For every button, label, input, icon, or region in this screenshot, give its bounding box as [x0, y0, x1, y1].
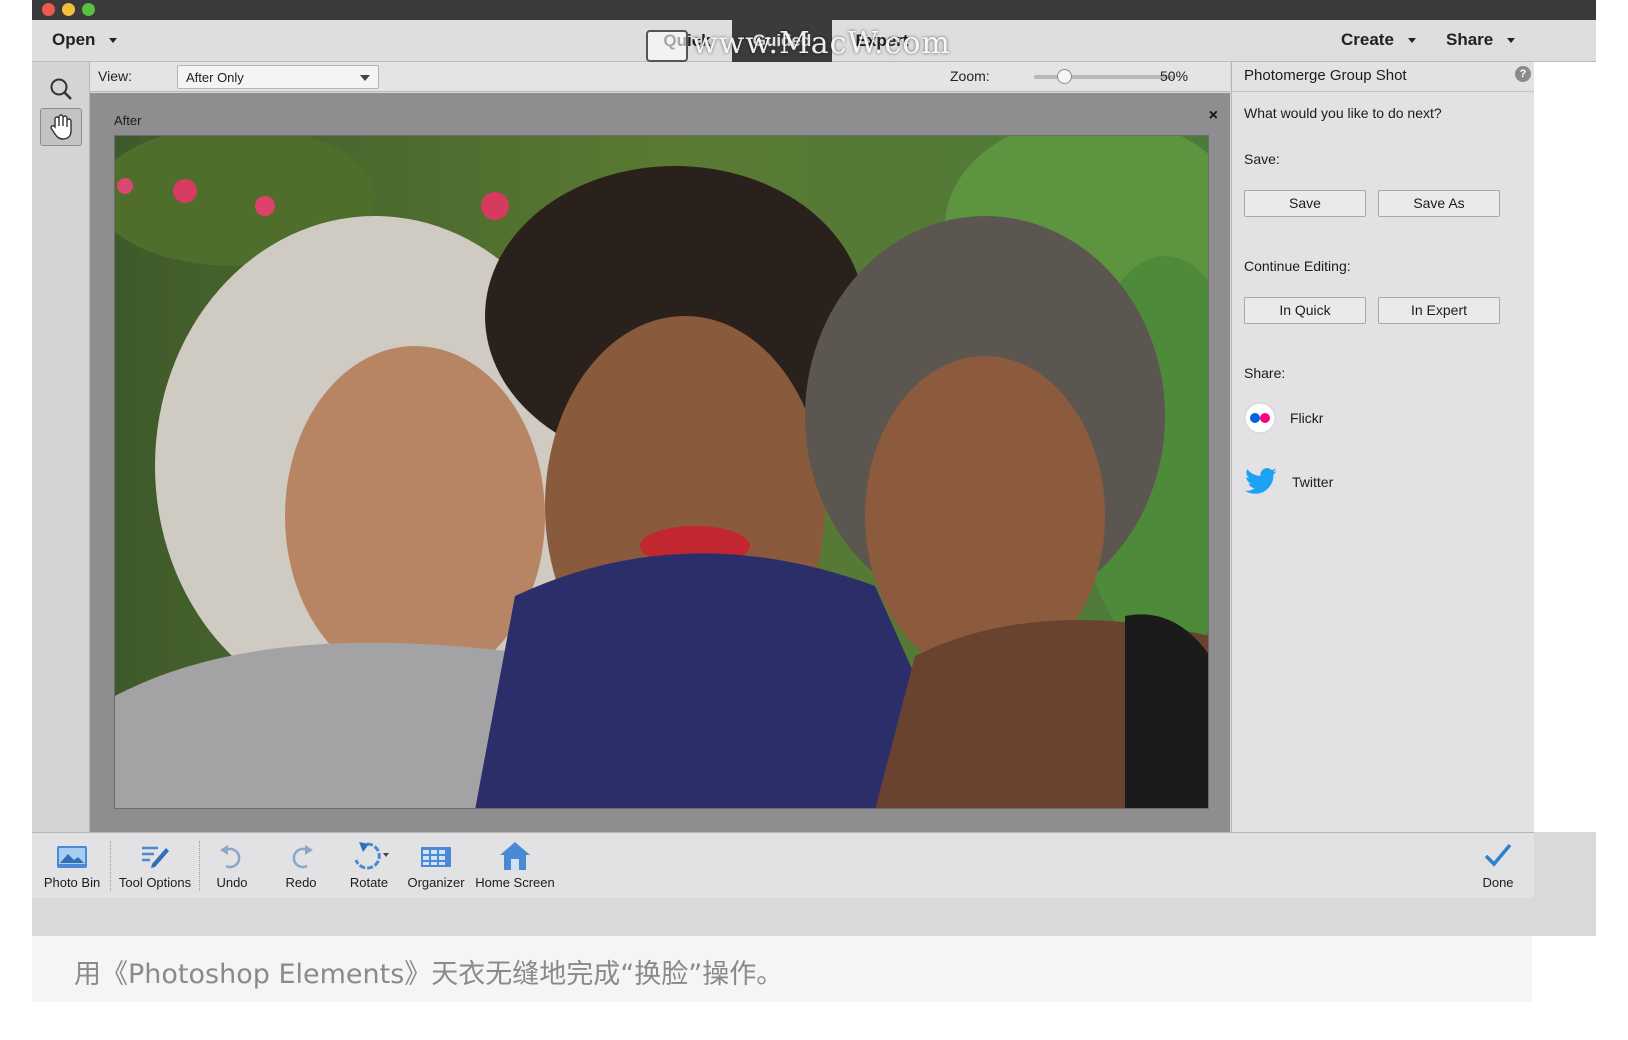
zoom-slider[interactable]	[1034, 69, 1174, 84]
save-button[interactable]: Save	[1244, 190, 1366, 217]
caption-area: 用《Photoshop Elements》天衣无缝地完成“换脸”操作。	[32, 936, 1532, 1002]
caption-text: 用《Photoshop Elements》天衣无缝地完成“换脸”操作。	[74, 959, 784, 990]
share-twitter[interactable]: Twitter	[1244, 467, 1333, 497]
chevron-down-icon	[360, 75, 370, 81]
view-label: View:	[98, 68, 132, 84]
hand-tool[interactable]	[40, 108, 82, 146]
redo-icon	[292, 845, 313, 869]
canvas-area: After ×	[90, 93, 1230, 832]
help-icon[interactable]: ?	[1515, 66, 1531, 82]
group-photo	[114, 135, 1209, 809]
share-menu[interactable]: Share	[1446, 30, 1516, 50]
open-menu[interactable]: Open	[52, 30, 118, 50]
redo-label: Redo	[285, 875, 317, 890]
tool-options-icon	[142, 846, 169, 868]
redo-button[interactable]: Redo	[276, 837, 326, 897]
bottom-toolbar: Photo Bin Tool Options Undo Redo Rotate …	[32, 832, 1534, 898]
divider	[110, 841, 111, 891]
zoom-slider-handle[interactable]	[1056, 69, 1072, 84]
panel-title-text: Photomerge Group Shot	[1244, 67, 1407, 84]
home-screen-label: Home Screen	[475, 875, 555, 890]
continue-editing-heading: Continue Editing:	[1244, 258, 1351, 274]
create-menu[interactable]: Create	[1341, 30, 1416, 50]
share-flickr[interactable]: Flickr	[1244, 402, 1323, 434]
photo-bin-label: Photo Bin	[43, 875, 101, 890]
group-photo-image	[115, 136, 1208, 808]
undo-icon	[220, 845, 241, 869]
tool-options-bar: View: After Only Zoom: 50%	[90, 62, 1230, 92]
open-menu-label: Open	[52, 30, 96, 49]
done-button[interactable]: Done	[1474, 837, 1522, 897]
twitter-icon	[1244, 468, 1277, 494]
chevron-down-icon	[1407, 38, 1416, 44]
undo-label: Undo	[216, 875, 248, 890]
undo-button[interactable]: Undo	[207, 837, 257, 897]
home-icon	[500, 842, 530, 870]
view-select[interactable]: After Only	[177, 65, 379, 89]
watermark-logo-icon	[646, 30, 688, 62]
zoom-window-button[interactable]	[82, 3, 95, 16]
organizer-icon	[421, 847, 451, 867]
minimize-window-button[interactable]	[62, 3, 75, 16]
zoom-tool[interactable]	[40, 70, 82, 108]
checkmark-icon	[1484, 843, 1512, 867]
share-menu-label: Share	[1446, 30, 1494, 49]
chevron-down-icon	[1507, 38, 1516, 44]
rotate-button[interactable]: Rotate	[342, 837, 396, 897]
organizer-label: Organizer	[407, 875, 465, 890]
close-window-button[interactable]	[42, 3, 55, 16]
divider	[199, 841, 200, 891]
in-expert-button[interactable]: In Expert	[1378, 297, 1500, 324]
tab-guided[interactable]: Guided	[732, 20, 832, 62]
rotate-icon	[354, 842, 389, 870]
organizer-button[interactable]: Organizer	[404, 837, 468, 897]
tab-expert-label: Expert	[855, 31, 909, 50]
photo-bin-icon	[57, 846, 87, 868]
toolbox	[32, 62, 90, 832]
zoom-value: 50%	[1160, 68, 1189, 84]
hand-icon	[50, 114, 72, 140]
twitter-label: Twitter	[1292, 474, 1334, 490]
chevron-down-icon	[109, 38, 118, 44]
tab-expert[interactable]: Expert	[832, 20, 932, 62]
next-prompt: What would you like to do next?	[1244, 105, 1442, 121]
rotate-label: Rotate	[349, 875, 389, 890]
photoshop-elements-window: Open Quick Guided Expert www.MacW.com Cr…	[32, 0, 1596, 936]
flickr-icon	[1244, 402, 1276, 434]
after-label: After	[114, 113, 142, 128]
tool-options-label: Tool Options	[118, 875, 192, 890]
in-quick-button[interactable]: In Quick	[1244, 297, 1366, 324]
magnifier-icon	[50, 78, 72, 100]
save-heading: Save:	[1244, 151, 1280, 167]
create-menu-label: Create	[1341, 30, 1394, 49]
photo-bin-button[interactable]: Photo Bin	[40, 837, 104, 897]
close-icon[interactable]: ×	[1209, 107, 1218, 125]
tool-options-button[interactable]: Tool Options	[114, 837, 196, 897]
window-title-bar	[32, 0, 1596, 20]
mode-bar: Open Quick Guided Expert www.MacW.com Cr…	[32, 20, 1596, 62]
panel-edge	[1534, 62, 1596, 832]
home-screen-button[interactable]: Home Screen	[472, 837, 558, 897]
save-as-button[interactable]: Save As	[1378, 190, 1500, 217]
zoom-label: Zoom:	[950, 68, 990, 84]
share-heading: Share:	[1244, 365, 1286, 381]
guided-panel: Photomerge Group Shot? What would you li…	[1231, 62, 1535, 832]
view-select-value: After Only	[186, 70, 244, 85]
flickr-label: Flickr	[1290, 410, 1324, 426]
panel-title: Photomerge Group Shot?	[1232, 62, 1535, 92]
tab-guided-label: Guided	[752, 31, 812, 50]
done-label: Done	[1482, 875, 1514, 890]
